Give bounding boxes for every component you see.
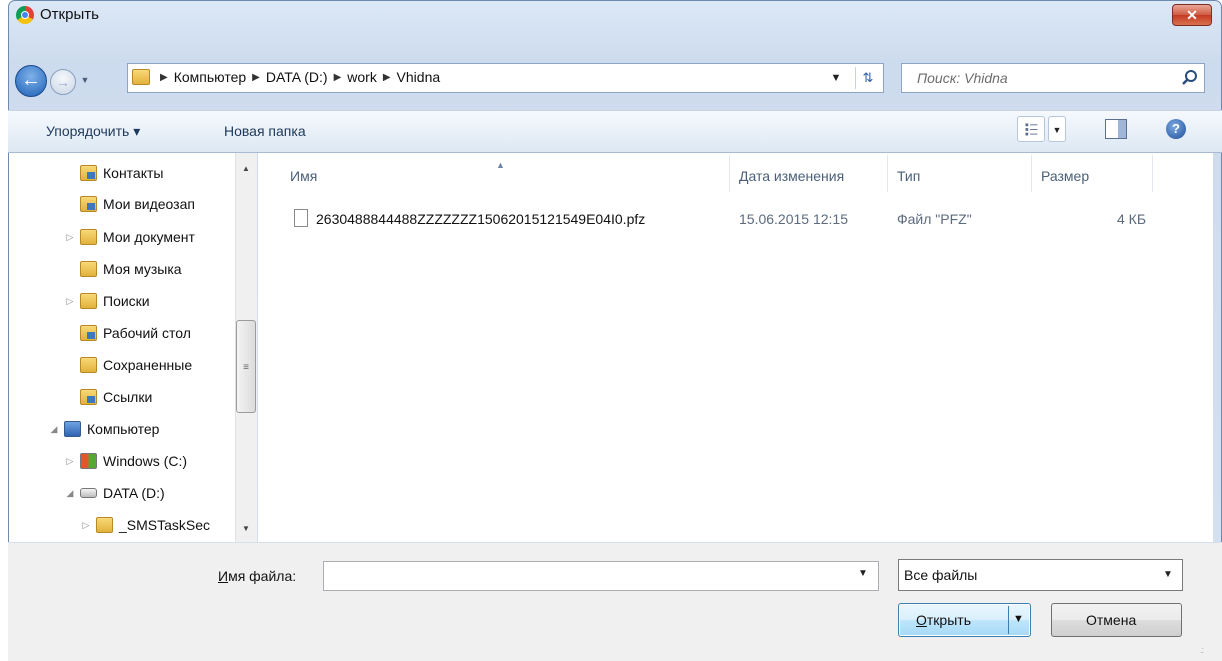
column-header-name[interactable]: Имя bbox=[290, 168, 317, 184]
locked-folder-icon bbox=[96, 517, 113, 533]
videos-folder-icon bbox=[80, 196, 97, 212]
breadcrumb-vhidna[interactable]: Vhidna bbox=[397, 69, 441, 85]
view-details-icon[interactable] bbox=[1017, 116, 1045, 142]
organize-button[interactable]: Упорядочить ▾ bbox=[46, 123, 140, 140]
recent-pages-dropdown[interactable]: ▼ bbox=[79, 74, 91, 86]
nav-item-contacts[interactable]: Контакты bbox=[80, 160, 163, 186]
sort-ascending-icon: ▲ bbox=[496, 160, 505, 170]
drive-icon bbox=[80, 488, 97, 498]
nav-item-links[interactable]: Ссылки bbox=[80, 384, 152, 410]
nav-item-music[interactable]: Моя музыка bbox=[80, 256, 182, 282]
nav-item-smstasksequence[interactable]: ▷ _SMSTaskSec bbox=[80, 512, 210, 538]
filetype-value: Все файлы bbox=[904, 567, 978, 583]
refresh-button[interactable]: ⇅ bbox=[855, 67, 880, 89]
documents-folder-icon bbox=[80, 229, 97, 245]
saved-games-folder-icon bbox=[80, 357, 97, 373]
cancel-button-label: Отмена bbox=[1086, 612, 1137, 628]
scroll-down-icon[interactable]: ▼ bbox=[235, 524, 257, 538]
column-divider[interactable] bbox=[1031, 155, 1032, 192]
open-split-divider bbox=[1008, 606, 1009, 634]
nav-item-data-d[interactable]: ◢ DATA (D:) bbox=[64, 480, 165, 506]
expand-arrow-icon[interactable]: ▷ bbox=[64, 456, 76, 467]
new-folder-button[interactable]: Новая папка bbox=[224, 123, 306, 139]
back-button[interactable]: ← bbox=[15, 65, 47, 97]
view-options-dropdown[interactable]: ▼ bbox=[1048, 116, 1066, 142]
collapse-arrow-icon[interactable]: ◢ bbox=[48, 424, 60, 435]
nav-item-documents[interactable]: ▷ Мои документ bbox=[64, 224, 195, 250]
filename-label: Имя файла: bbox=[218, 568, 297, 584]
computer-icon bbox=[64, 421, 81, 437]
file-name[interactable]: 2630488844488ZZZZZZZ15062015121549E04I0.… bbox=[316, 211, 645, 227]
music-folder-icon bbox=[80, 261, 97, 277]
nav-item-videos[interactable]: Мои видеозап bbox=[80, 191, 195, 217]
chevron-right-icon[interactable]: ▶ bbox=[252, 72, 260, 83]
breadcrumb-data-drive[interactable]: DATA (D:) bbox=[266, 69, 328, 85]
contacts-folder-icon bbox=[80, 165, 97, 181]
file-date: 15.06.2015 12:15 bbox=[739, 211, 848, 227]
chevron-right-icon[interactable]: ▶ bbox=[383, 72, 391, 83]
collapse-arrow-icon[interactable]: ◢ bbox=[64, 488, 76, 499]
scrollbar-thumb[interactable]: ≡ bbox=[236, 320, 256, 413]
column-header-date[interactable]: Дата изменения bbox=[739, 168, 844, 184]
expand-arrow-icon[interactable]: ▷ bbox=[64, 232, 76, 243]
scroll-up-icon[interactable]: ▲ bbox=[235, 164, 257, 178]
expand-arrow-icon[interactable]: ▷ bbox=[64, 296, 76, 307]
dialog-title: Открыть bbox=[40, 6, 99, 23]
column-divider[interactable] bbox=[887, 155, 888, 192]
open-options-dropdown[interactable]: ▼ bbox=[1013, 613, 1024, 625]
folder-icon bbox=[132, 69, 150, 85]
address-dropdown-button[interactable]: ▼ bbox=[828, 70, 844, 86]
system-drive-icon bbox=[80, 453, 97, 469]
expand-arrow-icon[interactable]: ▷ bbox=[80, 520, 92, 531]
search-placeholder: Поиск: Vhidna bbox=[917, 70, 1008, 86]
searches-folder-icon bbox=[80, 293, 97, 309]
file-type: Файл "PFZ" bbox=[897, 211, 972, 227]
forward-button[interactable]: → bbox=[50, 69, 76, 95]
filetype-dropdown-icon[interactable]: ▼ bbox=[1163, 569, 1173, 580]
column-header-type[interactable]: Тип bbox=[897, 168, 920, 184]
breadcrumb-work[interactable]: work bbox=[347, 69, 377, 85]
column-divider[interactable] bbox=[1152, 155, 1153, 192]
resize-grip-icon[interactable]: .: bbox=[1200, 645, 1204, 655]
desktop-folder-icon bbox=[80, 325, 97, 341]
breadcrumb: ▶ Компьютер ▶ DATA (D:) ▶ work ▶ Vhidna bbox=[160, 69, 440, 85]
help-icon[interactable]: ? bbox=[1166, 119, 1186, 139]
close-button[interactable]: ✕ bbox=[1172, 4, 1212, 26]
chevron-right-icon: ▶ bbox=[160, 71, 168, 83]
filename-dropdown-icon[interactable]: ▼ bbox=[858, 568, 868, 579]
open-button-label: Открыть bbox=[916, 612, 971, 628]
links-folder-icon bbox=[80, 389, 97, 405]
column-divider[interactable] bbox=[729, 155, 730, 192]
filename-input[interactable] bbox=[323, 561, 879, 591]
nav-item-saved-games[interactable]: Сохраненные bbox=[80, 352, 192, 378]
file-size: 4 КБ bbox=[1117, 211, 1147, 227]
nav-item-desktop[interactable]: Рабочий стол bbox=[80, 320, 191, 346]
chrome-icon bbox=[16, 6, 34, 24]
nav-item-computer[interactable]: ◢ Компьютер bbox=[48, 416, 159, 442]
preview-pane-icon[interactable] bbox=[1105, 119, 1127, 139]
breadcrumb-computer[interactable]: Компьютер bbox=[174, 69, 246, 85]
nav-item-windows-c[interactable]: ▷ Windows (C:) bbox=[64, 448, 187, 474]
search-icon[interactable] bbox=[1180, 68, 1200, 88]
nav-item-searches[interactable]: ▷ Поиски bbox=[64, 288, 150, 314]
column-header-size[interactable]: Размер bbox=[1041, 168, 1089, 184]
chevron-right-icon[interactable]: ▶ bbox=[334, 72, 342, 83]
file-icon bbox=[294, 209, 308, 227]
